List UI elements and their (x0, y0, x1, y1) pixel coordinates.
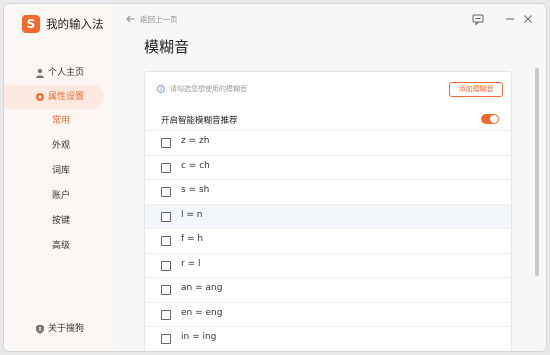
close-icon[interactable] (521, 12, 535, 26)
shield-icon (36, 324, 44, 334)
minimize-icon[interactable] (503, 12, 517, 26)
brand: S 我的输入法 (22, 14, 104, 34)
arrow-left-icon (126, 15, 135, 23)
back-button[interactable]: 返回上一页 (126, 12, 178, 26)
fuzzy-sound-panel: 请勾选您想使用的模糊音 添加模糊音 开启智能模糊音推荐 z = zh c = c… (144, 71, 512, 351)
sidebar-item-label: 属性设置 (48, 92, 85, 102)
back-label: 返回上一页 (140, 14, 178, 24)
sidebar-item-label: 个人主页 (48, 68, 85, 78)
feedback-icon[interactable] (471, 12, 485, 26)
sidebar-subitem-appearance[interactable]: 外观 (4, 134, 114, 159)
sidebar-item-profile[interactable]: 个人主页 (4, 61, 114, 85)
list-item: en = eng (145, 301, 511, 327)
checkbox[interactable] (161, 260, 171, 271)
list-item: r = l (145, 252, 511, 278)
checkbox[interactable] (161, 187, 171, 197)
sidebar-subitem-advanced[interactable]: 高级 (4, 234, 114, 259)
hint-text: 请勾选您想使用的模糊音 (170, 85, 247, 93)
sidebar: S 我的输入法 个人主页 属性设置 常用 外观 词库 账户 按键 高级 关于搜狗 (4, 4, 114, 351)
checkbox[interactable] (161, 236, 171, 246)
fuzzy-rule: s = sh (181, 185, 210, 195)
toggle-knob (490, 115, 498, 123)
app-name: 我的输入法 (46, 17, 104, 31)
fuzzy-rule: c = ch (181, 160, 210, 171)
sidebar-subitem-common[interactable]: 常用 (4, 109, 114, 134)
list-item: c = ch (145, 154, 511, 180)
sidebar-item-label: 关于搜狗 (48, 324, 85, 334)
fuzzy-list: z = zh c = ch s = sh l = n f = h r = l a… (145, 130, 511, 351)
checkbox[interactable] (161, 309, 171, 320)
sidebar-subitem-keys[interactable]: 按键 (4, 209, 114, 234)
fuzzy-rule: en = eng (181, 307, 223, 318)
checkbox[interactable] (161, 211, 171, 222)
sidebar-subitem-dictionary[interactable]: 词库 (4, 159, 114, 184)
smart-fuzzy-toggle-row: 开启智能模糊音推荐 (145, 109, 511, 131)
checkbox[interactable] (161, 285, 171, 295)
list-item: z = zh (145, 130, 511, 155)
toggle-label: 开启智能模糊音推荐 (161, 116, 238, 126)
sidebar-nav: 个人主页 属性设置 常用 外观 词库 账户 按键 高级 (4, 61, 114, 259)
page-title: 模糊音 (144, 38, 190, 56)
app-logo: S (22, 15, 40, 33)
checkbox[interactable] (161, 334, 171, 344)
sidebar-item-settings[interactable]: 属性设置 (4, 85, 104, 109)
list-item: l = n (145, 203, 511, 228)
fuzzy-rule: l = n (181, 209, 203, 220)
add-fuzzy-sound-button[interactable]: 添加模糊音 (449, 82, 503, 97)
scrollbar[interactable] (535, 68, 539, 276)
person-icon (36, 68, 44, 78)
checkbox[interactable] (161, 162, 171, 173)
fuzzy-rule: f = h (181, 234, 204, 244)
app-window: S 我的输入法 个人主页 属性设置 常用 外观 词库 账户 按键 高级 关于搜狗… (3, 3, 547, 352)
fuzzy-rule: z = zh (181, 136, 210, 146)
list-item: an = ang (145, 277, 511, 302)
sidebar-subitem-account[interactable]: 账户 (4, 184, 114, 209)
sidebar-item-about[interactable]: 关于搜狗 (4, 317, 114, 337)
list-item: f = h (145, 228, 511, 253)
gear-icon (36, 93, 44, 101)
list-item: in = ing (145, 326, 511, 351)
fuzzy-rule: an = ang (181, 283, 223, 293)
hint: 请勾选您想使用的模糊音 (157, 84, 247, 94)
info-icon (157, 85, 165, 93)
fuzzy-rule: r = l (181, 258, 201, 269)
fuzzy-rule: in = ing (181, 332, 217, 342)
checkbox[interactable] (161, 138, 171, 148)
smart-fuzzy-toggle[interactable] (481, 114, 499, 124)
list-item: s = sh (145, 179, 511, 204)
